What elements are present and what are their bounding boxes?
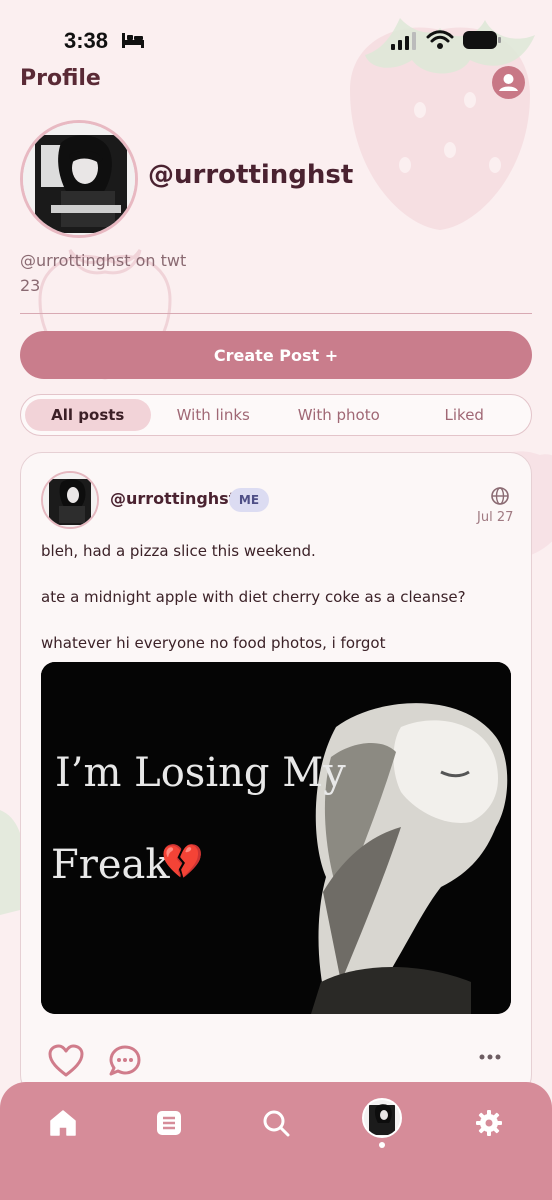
home-icon[interactable]: [48, 1108, 78, 1138]
active-tab-indicator: [379, 1142, 385, 1148]
page-title: Profile: [20, 66, 101, 91]
image-caption-line-1: I’m Losing My: [55, 750, 346, 796]
heart-icon[interactable]: [48, 1044, 84, 1078]
globe-icon: [491, 487, 509, 505]
wifi-icon: [426, 30, 454, 49]
image-caption-line-2: Freak: [51, 842, 170, 888]
post-text-line: whatever hi everyone no food photos, i f…: [41, 634, 386, 652]
post-author-handle[interactable]: @urrottinghst: [110, 489, 236, 508]
tab-with-links[interactable]: With links: [151, 399, 277, 431]
broken-heart-emoji: 💔: [161, 842, 204, 882]
signal-icon: [391, 32, 416, 50]
more-icon[interactable]: [478, 1053, 502, 1061]
post-author-avatar[interactable]: [41, 471, 99, 529]
post-date: Jul 27: [477, 510, 514, 525]
tab-liked[interactable]: Liked: [402, 399, 528, 431]
profile-tab-avatar[interactable]: [362, 1098, 402, 1138]
status-bar: 3:38: [0, 0, 552, 70]
profile-handle: @urrottinghst: [148, 160, 354, 190]
account-icon[interactable]: [492, 66, 525, 99]
me-badge: ME: [229, 488, 269, 512]
profile-count: 23: [20, 276, 41, 295]
filter-tabs: All posts With links With photo Liked: [20, 394, 532, 436]
post-avatar-image-icon: [43, 473, 97, 527]
create-post-button[interactable]: Create Post +: [20, 331, 532, 379]
post-text-line: ate a midnight apple with diet cherry co…: [41, 588, 466, 606]
search-icon[interactable]: [261, 1108, 291, 1138]
owl-image-icon: [41, 662, 511, 1014]
divider: [20, 313, 532, 314]
account-glyph-icon: [499, 74, 518, 91]
tab-with-photo[interactable]: With photo: [276, 399, 402, 431]
bottom-tab-bar: [0, 1082, 552, 1200]
profile-bio: @urrottinghst on twt: [20, 251, 187, 270]
battery-icon: [463, 31, 501, 49]
avatar-image-icon: [23, 123, 135, 235]
post-image[interactable]: I’m Losing My Freak 💔: [41, 662, 511, 1014]
post-text-line: bleh, had a pizza slice this weekend.: [41, 542, 316, 560]
profile-avatar[interactable]: [20, 120, 138, 238]
nav-avatar-image-icon: [364, 1100, 400, 1136]
bed-icon: [122, 33, 144, 48]
comment-icon[interactable]: [108, 1044, 142, 1078]
list-icon[interactable]: [154, 1108, 184, 1138]
status-time: 3:38: [64, 28, 109, 53]
settings-icon[interactable]: [474, 1108, 504, 1138]
tab-all-posts[interactable]: All posts: [25, 399, 151, 431]
post-card[interactable]: @urrottinghst ME Jul 27 bleh, had a pizz…: [20, 452, 532, 1097]
